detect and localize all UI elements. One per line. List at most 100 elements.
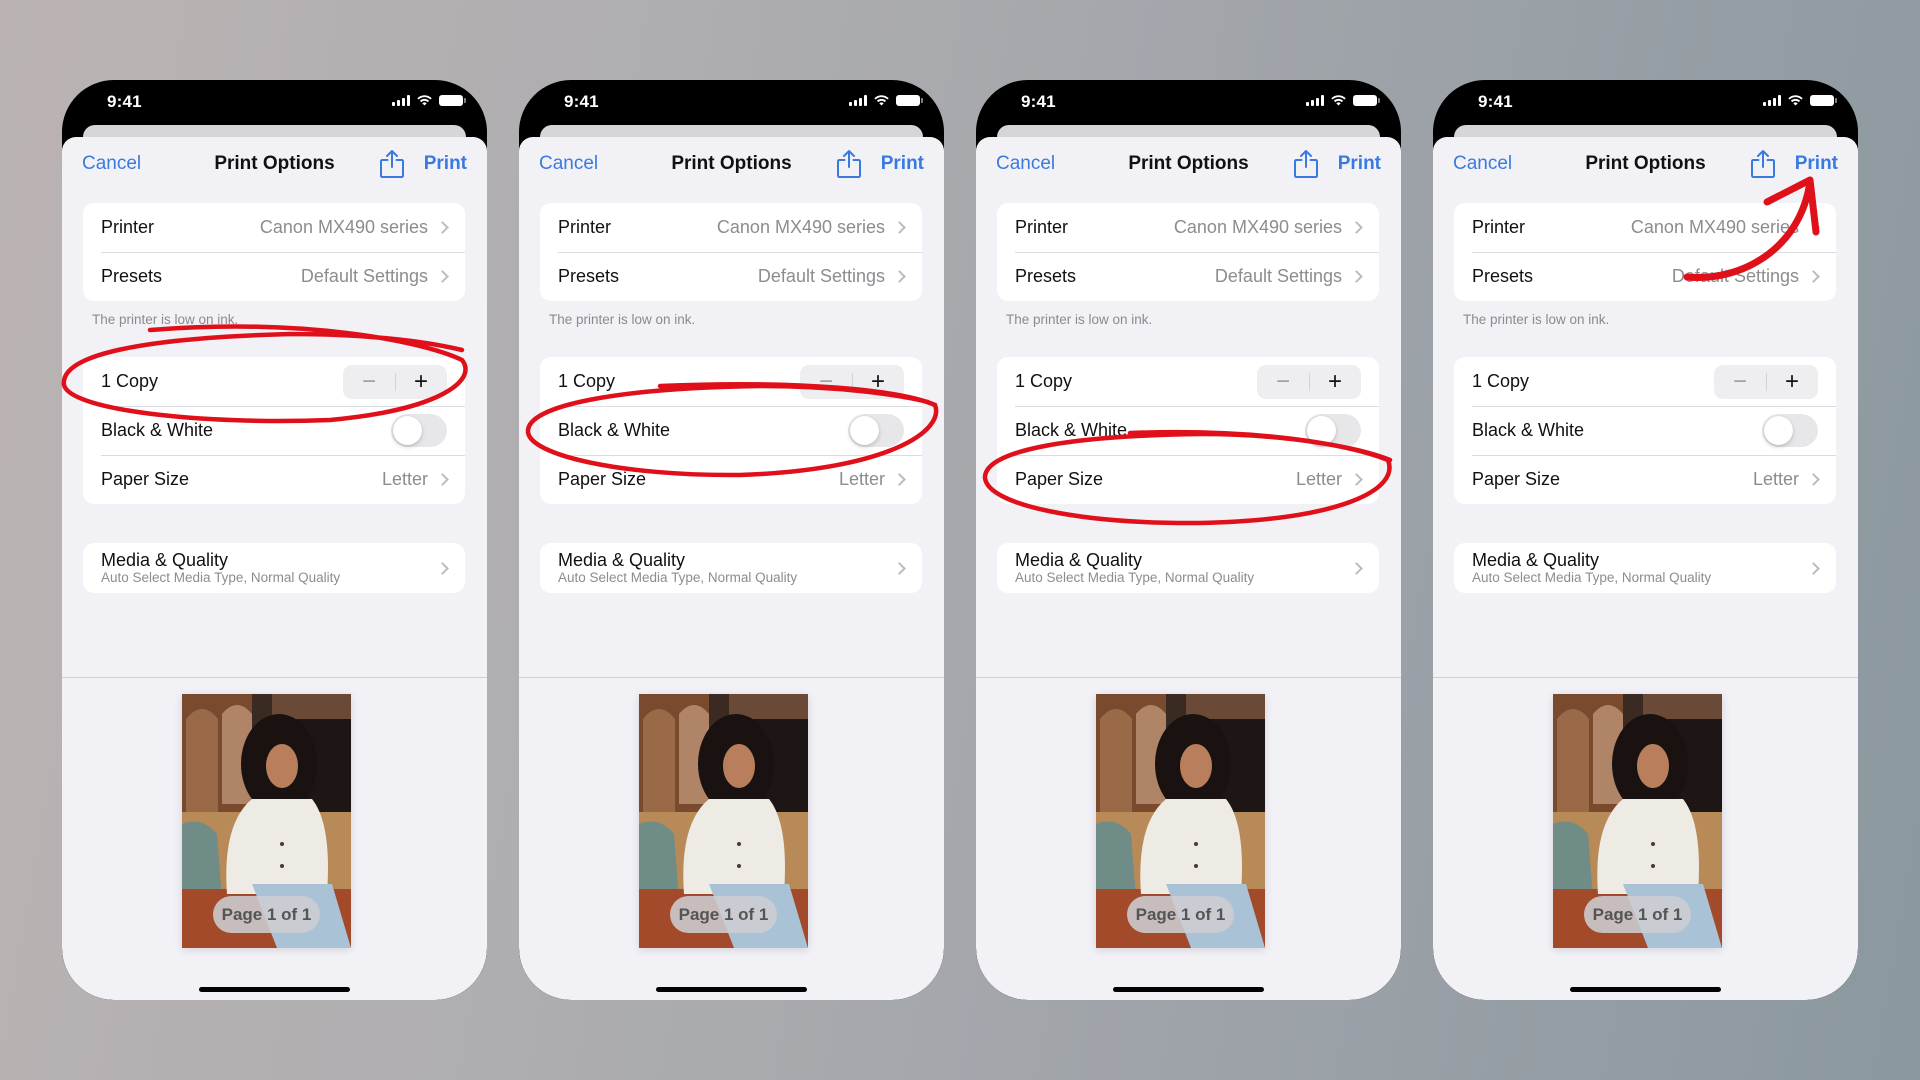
- paper-size-row[interactable]: Paper Size Letter: [997, 455, 1379, 504]
- page-count-badge: Page 1 of 1: [670, 896, 777, 933]
- copies-stepper[interactable]: − +: [800, 364, 904, 399]
- home-indicator: [1570, 987, 1721, 992]
- preview-divider: [1433, 677, 1858, 678]
- black-white-label: Black & White: [558, 420, 671, 440]
- presets-row[interactable]: Presets Default Settings: [540, 252, 922, 301]
- black-white-toggle[interactable]: [1762, 414, 1818, 447]
- printer-value: Canon MX490 series: [716, 217, 885, 237]
- increment-button[interactable]: +: [1309, 365, 1361, 399]
- presets-row[interactable]: Presets Default Settings: [83, 252, 465, 301]
- chevron-right-icon: [436, 473, 449, 486]
- phone-screen-1: 9:41 Cancel Print Options Print Printer …: [62, 80, 487, 1000]
- media-quality-card: Media & Quality Auto Select Media Type, …: [540, 543, 922, 593]
- nav-bar: Cancel Print Options Print: [1433, 137, 1858, 193]
- media-quality-title: Media & Quality: [1472, 550, 1600, 570]
- copies-stepper[interactable]: − +: [343, 364, 447, 399]
- print-options-sheet: Cancel Print Options Print Printer Canon…: [976, 137, 1401, 1000]
- toggle-knob: [1307, 416, 1336, 445]
- print-button[interactable]: Print: [424, 153, 467, 175]
- cellular-signal-icon: [1306, 94, 1324, 106]
- wifi-icon: [1331, 95, 1346, 106]
- options-card: 1 Copy − + Black & White Paper Size Lett…: [540, 357, 922, 504]
- decrement-button[interactable]: −: [800, 365, 852, 399]
- page-preview[interactable]: Page 1 of 1: [639, 694, 808, 948]
- printer-card: Printer Canon MX490 series Presets Defau…: [83, 203, 465, 301]
- copies-row: 1 Copy − +: [997, 357, 1379, 406]
- options-card: 1 Copy − + Black & White Paper Size Lett…: [997, 357, 1379, 504]
- media-quality-row[interactable]: Media & Quality Auto Select Media Type, …: [997, 543, 1379, 593]
- black-white-toggle[interactable]: [391, 414, 447, 447]
- status-time: 9:41: [564, 92, 599, 111]
- presets-value: Default Settings: [1671, 266, 1799, 286]
- wifi-icon: [874, 95, 889, 106]
- share-icon[interactable]: [379, 149, 405, 179]
- chevron-right-icon: [1350, 561, 1363, 575]
- home-indicator: [1113, 987, 1264, 992]
- paper-size-value: Letter: [838, 469, 885, 489]
- media-quality-card: Media & Quality Auto Select Media Type, …: [997, 543, 1379, 593]
- chevron-right-icon: [893, 221, 906, 234]
- toggle-knob: [393, 416, 422, 445]
- increment-button[interactable]: +: [395, 365, 447, 399]
- copies-stepper[interactable]: − +: [1257, 364, 1361, 399]
- printer-card: Printer Canon MX490 series Presets Defau…: [540, 203, 922, 301]
- printer-label: Printer: [558, 217, 612, 237]
- copies-label: 1 Copy: [1472, 371, 1530, 391]
- black-white-label: Black & White: [101, 420, 214, 440]
- printer-row[interactable]: Printer Canon MX490 series: [83, 203, 465, 252]
- black-white-toggle[interactable]: [848, 414, 904, 447]
- status-time: 9:41: [107, 92, 142, 111]
- black-white-toggle[interactable]: [1305, 414, 1361, 447]
- nav-bar: Cancel Print Options Print: [976, 137, 1401, 193]
- chevron-right-icon: [1350, 221, 1363, 234]
- print-button[interactable]: Print: [1795, 153, 1838, 175]
- paper-size-label: Paper Size: [1015, 469, 1104, 489]
- page-count-badge: Page 1 of 1: [1127, 896, 1234, 933]
- media-quality-card: Media & Quality Auto Select Media Type, …: [1454, 543, 1836, 593]
- status-icons: [1306, 94, 1380, 106]
- share-icon[interactable]: [1293, 149, 1319, 179]
- low-ink-note: The printer is low on ink.: [92, 312, 239, 327]
- increment-button[interactable]: +: [1766, 365, 1818, 399]
- paper-size-row[interactable]: Paper Size Letter: [83, 455, 465, 504]
- cellular-signal-icon: [849, 94, 867, 106]
- status-bar: 9:41: [1433, 80, 1858, 124]
- printer-label: Printer: [101, 217, 155, 237]
- page-preview[interactable]: Page 1 of 1: [1096, 694, 1265, 948]
- decrement-button[interactable]: −: [1714, 365, 1766, 399]
- status-bar: 9:41: [62, 80, 487, 124]
- media-quality-row[interactable]: Media & Quality Auto Select Media Type, …: [83, 543, 465, 593]
- share-icon[interactable]: [1750, 149, 1776, 179]
- copies-row: 1 Copy − +: [1454, 357, 1836, 406]
- copies-row: 1 Copy − +: [540, 357, 922, 406]
- printer-row[interactable]: Printer Canon MX490 series: [540, 203, 922, 252]
- page-preview[interactable]: Page 1 of 1: [1553, 694, 1722, 948]
- print-button[interactable]: Print: [881, 153, 924, 175]
- media-quality-row[interactable]: Media & Quality Auto Select Media Type, …: [1454, 543, 1836, 593]
- chevron-right-icon: [436, 561, 449, 575]
- decrement-button[interactable]: −: [343, 365, 395, 399]
- copies-stepper[interactable]: − +: [1714, 364, 1818, 399]
- media-quality-subtitle: Auto Select Media Type, Normal Quality: [101, 570, 341, 585]
- printer-row[interactable]: Printer Canon MX490 series: [1454, 203, 1836, 252]
- paper-size-row[interactable]: Paper Size Letter: [1454, 455, 1836, 504]
- page-preview[interactable]: Page 1 of 1: [182, 694, 351, 948]
- status-icons: [1763, 94, 1837, 106]
- print-options-sheet: Cancel Print Options Print Printer Canon…: [1433, 137, 1858, 1000]
- increment-button[interactable]: +: [852, 365, 904, 399]
- chevron-right-icon: [1350, 270, 1363, 283]
- paper-size-value: Letter: [381, 469, 428, 489]
- share-icon[interactable]: [836, 149, 862, 179]
- nav-bar: Cancel Print Options Print: [519, 137, 944, 193]
- status-icons: [849, 94, 923, 106]
- paper-size-row[interactable]: Paper Size Letter: [540, 455, 922, 504]
- printer-card: Printer Canon MX490 series Presets Defau…: [997, 203, 1379, 301]
- decrement-button[interactable]: −: [1257, 365, 1309, 399]
- presets-row[interactable]: Presets Default Settings: [1454, 252, 1836, 301]
- print-button[interactable]: Print: [1338, 153, 1381, 175]
- presets-value: Default Settings: [300, 266, 428, 286]
- media-quality-card: Media & Quality Auto Select Media Type, …: [83, 543, 465, 593]
- media-quality-row[interactable]: Media & Quality Auto Select Media Type, …: [540, 543, 922, 593]
- printer-row[interactable]: Printer Canon MX490 series: [997, 203, 1379, 252]
- presets-row[interactable]: Presets Default Settings: [997, 252, 1379, 301]
